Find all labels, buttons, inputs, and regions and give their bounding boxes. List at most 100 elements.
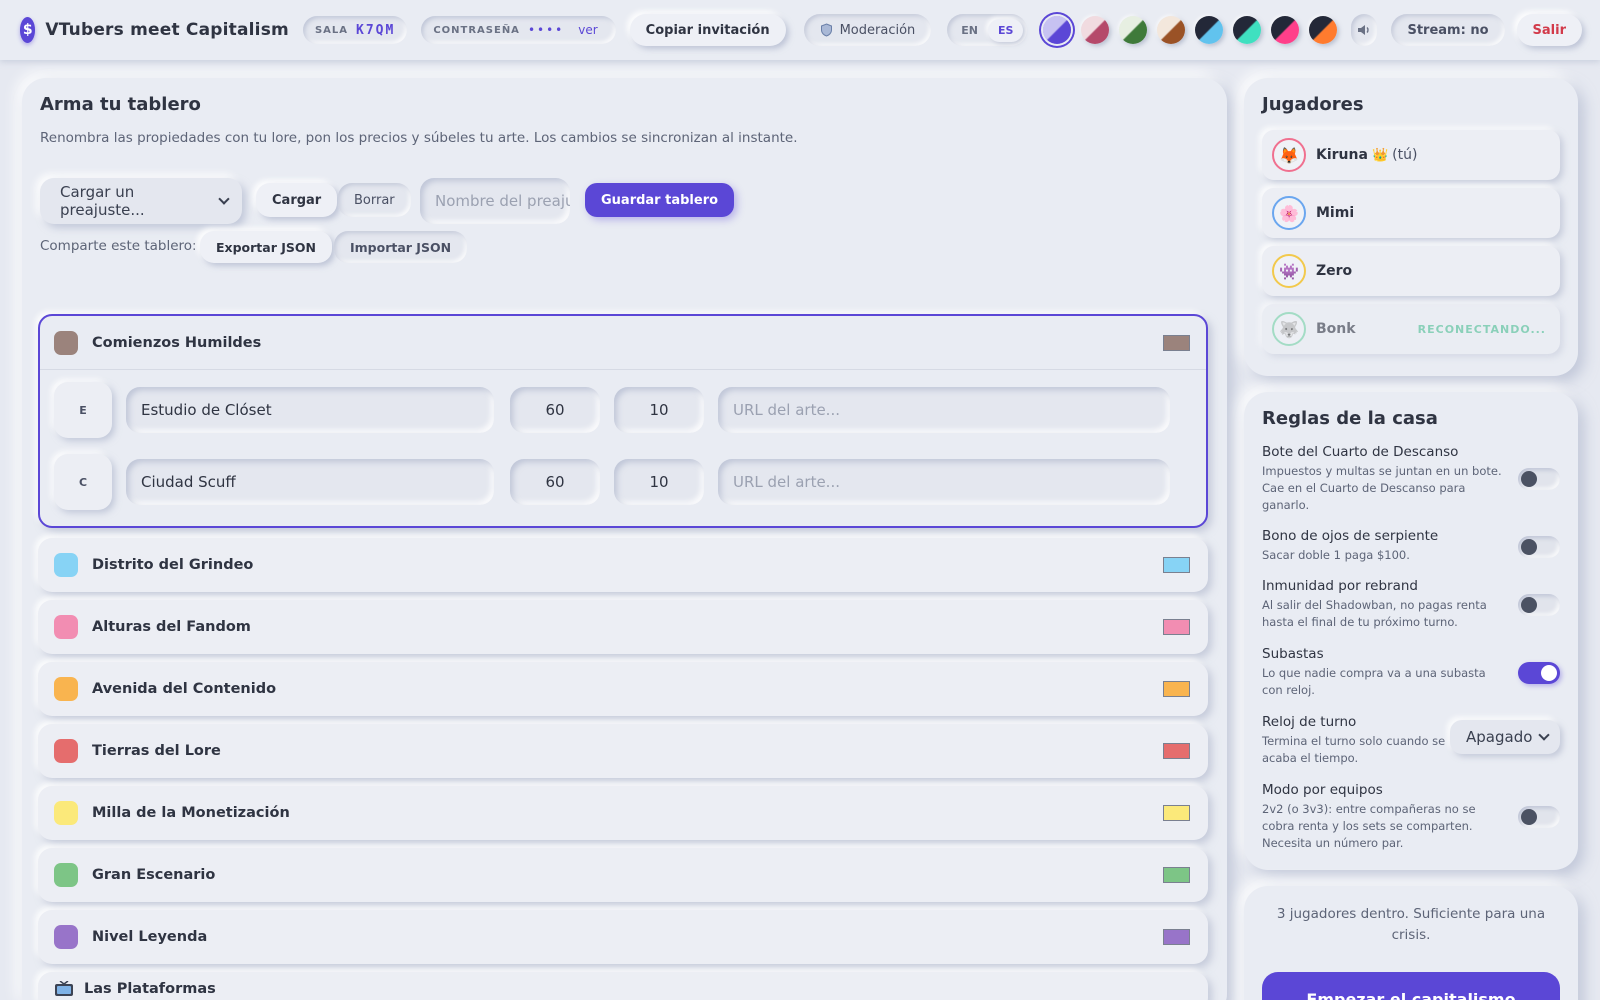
rule-item: Bote del Cuarto de Descanso Impuestos y … <box>1262 444 1560 514</box>
rule-item: Reloj de turno Termina el turno solo cua… <box>1262 714 1560 767</box>
theme-mint-swatch[interactable] <box>1233 16 1262 44</box>
group-header[interactable]: Comienzos Humildes <box>40 316 1206 370</box>
export-json-button[interactable]: Exportar JSON <box>200 231 332 263</box>
group-color-picker[interactable] <box>1163 929 1190 945</box>
delete-preset-button[interactable]: Borrar <box>338 183 411 217</box>
group-card[interactable]: Nivel Leyenda <box>38 910 1208 964</box>
rule-item: Inmunidad por rebrand Al salir del Shado… <box>1262 578 1560 631</box>
rule-description: Impuestos y multas se juntan en un bote.… <box>1262 464 1502 512</box>
save-board-button[interactable]: Guardar tablero <box>585 183 735 217</box>
players-panel: Jugadores 🦊 Kiruna 👑 (tú) 🌸 Mimi 👾 Zero … <box>1244 78 1578 376</box>
property-rent-input[interactable]: 10 <box>614 387 704 433</box>
lang-en-option[interactable]: EN <box>951 19 988 42</box>
property-art-url-input[interactable]: URL del arte... <box>718 459 1170 505</box>
room-code-pill[interactable]: SALA K7QM <box>302 16 408 44</box>
rule-title: Inmunidad por rebrand <box>1262 578 1419 594</box>
preset-name-input[interactable]: Nombre del preajuste <box>420 178 570 224</box>
group-color-picker[interactable] <box>1163 619 1190 635</box>
room-label: SALA <box>314 24 348 36</box>
player-name: Zero <box>1316 263 1353 279</box>
rule-item: Bono de ojos de serpiente Sacar doble 1 … <box>1262 528 1560 564</box>
property-price-input[interactable]: 60 <box>510 387 600 433</box>
rule-item: Modo por equipos 2v2 (o 3v3): entre comp… <box>1262 782 1560 852</box>
group-color-picker[interactable] <box>1163 867 1190 883</box>
start-game-button[interactable]: Empezar el capitalismo <box>1262 972 1560 1000</box>
sound-button[interactable] <box>1351 14 1378 46</box>
lang-es-option[interactable]: ES <box>988 18 1024 42</box>
group-color-picker[interactable] <box>1163 557 1190 573</box>
player-name: Kiruna <box>1316 147 1368 163</box>
group-card[interactable]: Milla de la Monetización <box>38 786 1208 840</box>
group-name: Avenida del Contenido <box>92 681 277 697</box>
import-json-button[interactable]: Importar JSON <box>334 231 468 263</box>
avatar: 🐺 <box>1272 312 1306 346</box>
load-preset-button[interactable]: Cargar <box>256 183 338 217</box>
group-card-comienzos-humildes: Comienzos Humildes E Estudio de Clóset 6… <box>38 314 1208 528</box>
rule-toggle[interactable] <box>1518 468 1560 490</box>
player-card: 🐺 Bonk RECONECTANDO... <box>1262 304 1560 354</box>
player-card: 🦊 Kiruna 👑 (tú) <box>1262 130 1560 180</box>
theme-forest-swatch[interactable] <box>1119 16 1148 44</box>
shield-icon <box>820 23 832 37</box>
property-tile[interactable]: C <box>54 454 112 510</box>
rule-toggle[interactable] <box>1518 806 1560 828</box>
group-color-dot <box>54 330 78 355</box>
show-password-link[interactable]: ver <box>578 23 597 37</box>
group-card-plataformas[interactable]: Las Plataformas <box>38 972 1208 1000</box>
rule-description: Lo que nadie compra va a una subasta con… <box>1262 666 1486 697</box>
property-tile[interactable]: E <box>54 382 112 438</box>
group-card[interactable]: Avenida del Contenido <box>38 662 1208 716</box>
moderation-label: Moderación <box>839 22 916 38</box>
rule-toggle[interactable] <box>1518 662 1560 684</box>
group-color-dot <box>54 739 78 763</box>
group-color-dot <box>54 553 78 577</box>
rule-description: 2v2 (o 3v3): entre compañeras no se cobr… <box>1262 802 1476 850</box>
group-name: Nivel Leyenda <box>92 929 208 945</box>
group-color-dot <box>54 677 78 701</box>
rule-description: Sacar doble 1 paga $100. <box>1262 548 1410 562</box>
language-toggle: EN ES <box>947 14 1028 46</box>
group-card[interactable]: Distrito del Grindeo <box>38 538 1208 592</box>
toggle-knob <box>1521 471 1537 487</box>
group-color-picker[interactable] <box>1163 743 1190 759</box>
group-name: Gran Escenario <box>92 867 216 883</box>
group-color-picker[interactable] <box>1163 681 1190 697</box>
theme-rose-swatch[interactable] <box>1081 16 1110 44</box>
property-name-input[interactable]: Ciudad Scuff <box>126 459 494 505</box>
start-panel: 3 jugadores dentro. Suficiente para una … <box>1244 886 1578 1000</box>
board-title: Arma tu tablero <box>40 94 201 115</box>
group-card[interactable]: Gran Escenario <box>38 848 1208 902</box>
player-name: Bonk <box>1316 321 1356 337</box>
theme-swatches <box>1043 16 1347 44</box>
group-card[interactable]: Alturas del Fandom <box>38 600 1208 654</box>
group-name: Alturas del Fandom <box>92 619 251 635</box>
top-bar: $ VTubers meet Capitalism SALA K7QM CONT… <box>0 0 1600 60</box>
leave-button[interactable]: Salir <box>1516 14 1582 46</box>
copy-invite-button[interactable]: Copiar invitación <box>629 14 786 46</box>
group-color-dot <box>54 863 78 887</box>
turn-timer-select[interactable]: Apagado <box>1450 720 1560 754</box>
property-price-input[interactable]: 60 <box>510 459 600 505</box>
avatar: 👾 <box>1272 254 1306 288</box>
stream-toggle[interactable]: Stream: no <box>1391 14 1505 46</box>
theme-copper-swatch[interactable] <box>1157 16 1186 44</box>
rule-toggle[interactable] <box>1518 594 1560 616</box>
property-rent-input[interactable]: 10 <box>614 459 704 505</box>
group-color-picker[interactable] <box>1163 334 1190 351</box>
theme-ice-swatch[interactable] <box>1195 16 1224 44</box>
crown-icon: 👑 <box>1371 147 1389 163</box>
preset-select[interactable]: Cargar un preajuste... <box>40 178 242 224</box>
app-title: VTubers meet Capitalism <box>45 20 289 40</box>
theme-orange-swatch[interactable] <box>1309 16 1338 44</box>
group-card[interactable]: Tierras del Lore <box>38 724 1208 778</box>
rule-toggle[interactable] <box>1518 536 1560 558</box>
rule-title: Bono de ojos de serpiente <box>1262 528 1439 544</box>
moderation-button[interactable]: Moderación <box>803 14 932 46</box>
group-color-picker[interactable] <box>1163 805 1190 821</box>
property-art-url-input[interactable]: URL del arte... <box>718 387 1170 433</box>
group-name: Milla de la Monetización <box>92 805 290 821</box>
password-label: CONTRASEÑA <box>433 24 520 36</box>
property-name-input[interactable]: Estudio de Clóset <box>126 387 494 433</box>
theme-lavender-swatch[interactable] <box>1043 16 1072 44</box>
theme-pink-swatch[interactable] <box>1271 16 1300 44</box>
